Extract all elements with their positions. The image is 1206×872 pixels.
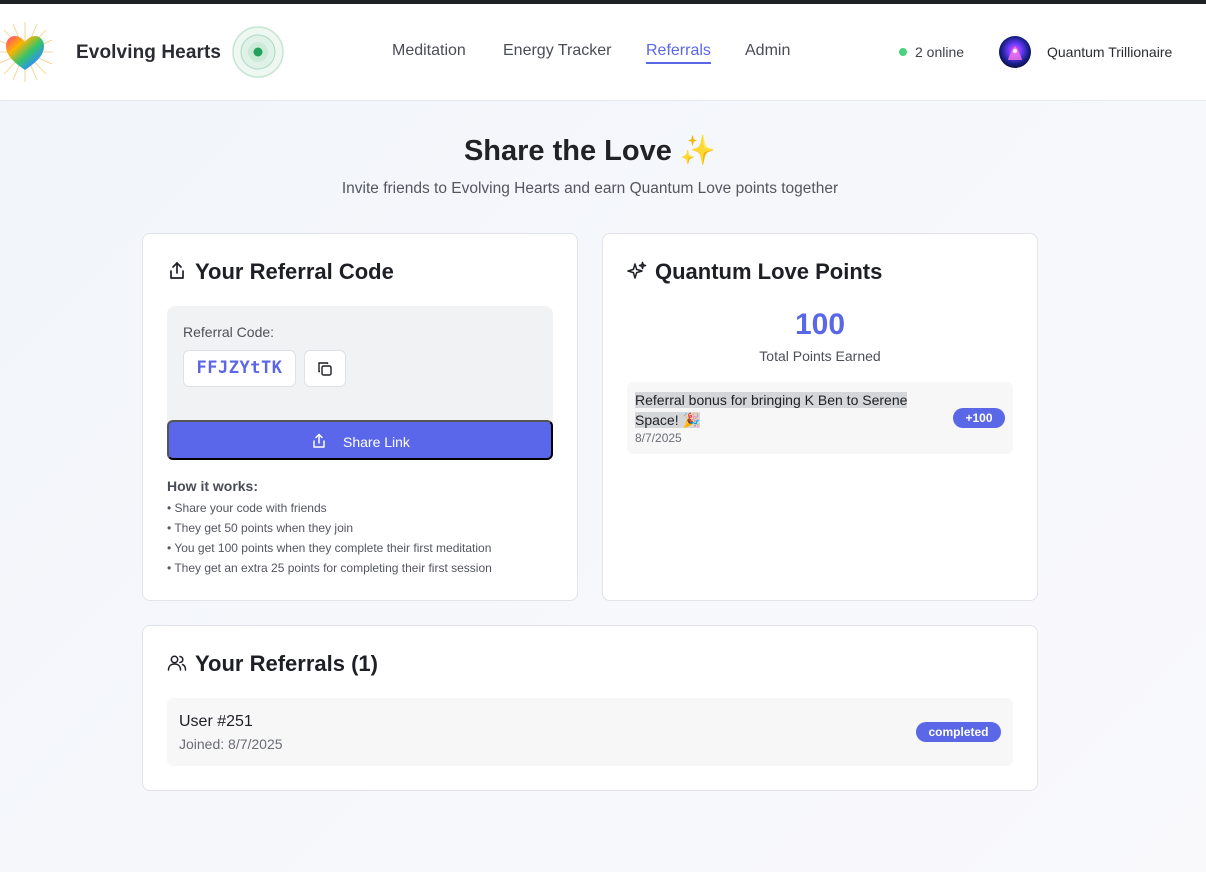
users-icon	[167, 655, 187, 671]
user-avatar[interactable]	[999, 36, 1031, 68]
how-it-works-item: • They get an extra 25 points for comple…	[167, 561, 492, 575]
online-count: 2 online	[915, 44, 965, 60]
share-link-button[interactable]: Share Link	[167, 420, 553, 460]
copy-icon	[318, 362, 332, 376]
how-it-works-item: • They get 50 points when they join	[167, 521, 354, 535]
referral-list-item[interactable]: User #251 Joined: 8/7/2025 completed	[167, 698, 1013, 766]
share-icon	[170, 262, 184, 279]
your-referrals-card: Your Referrals (1) User #251 Joined: 8/7…	[142, 625, 1038, 791]
page-subtitle: Invite friends to Evolving Hearts and ea…	[341, 180, 839, 197]
points-transaction: Referral bonus for bringing K Ben to Ser…	[627, 382, 1013, 454]
referral-code-card: Your Referral Code Referral Code: FFJZYt…	[142, 233, 578, 601]
referral-joined-date: Joined: 8/7/2025	[179, 736, 283, 752]
referral-code-value[interactable]: FFJZYtTK	[183, 350, 296, 387]
total-points-label: Total Points Earned	[759, 348, 881, 364]
page-title: Share the Love ✨	[463, 135, 717, 167]
upload-icon	[313, 433, 325, 448]
app-brand-title[interactable]: Evolving Hearts	[76, 42, 221, 64]
how-it-works-item: • Share your code with friends	[167, 501, 327, 515]
how-it-works-list: • Share your code with friends • They ge…	[167, 500, 492, 580]
transaction-date: 8/7/2025	[635, 431, 682, 445]
referral-code-title: Your Referral Code	[195, 259, 394, 284]
sparkles-icon	[627, 261, 647, 279]
nav-referrals[interactable]: Referrals	[646, 42, 711, 64]
total-points-value: 100	[794, 308, 846, 341]
cosmic-avatar-icon	[999, 36, 1031, 68]
user-name[interactable]: Quantum Trillionaire	[1047, 44, 1172, 60]
nav-meditation[interactable]: Meditation	[392, 42, 466, 60]
referral-user-name: User #251	[179, 713, 253, 730]
referral-code-box: Referral Code: FFJZYtTK	[167, 306, 553, 432]
nav-admin[interactable]: Admin	[745, 42, 790, 60]
how-it-works-title: How it works:	[167, 478, 259, 494]
transaction-amount-badge: +100	[953, 408, 1005, 428]
pulse-indicator-icon	[232, 26, 284, 78]
app-header: Evolving Hearts Meditation Energy Tracke…	[0, 4, 1206, 101]
transaction-description-text: Referral bonus for bringing K Ben to Ser…	[635, 392, 908, 428]
nav-energy-tracker[interactable]: Energy Tracker	[503, 42, 611, 60]
referral-status-badge: completed	[916, 722, 1001, 742]
transaction-description: Referral bonus for bringing K Ben to Ser…	[635, 390, 935, 430]
copy-code-button[interactable]	[304, 350, 346, 387]
quantum-love-points-card: Quantum Love Points 100 Total Points Ear…	[602, 233, 1038, 601]
share-link-label: Share Link	[343, 434, 410, 450]
heart-logo-icon[interactable]	[0, 20, 54, 84]
quantum-love-points-title: Quantum Love Points	[655, 259, 883, 284]
online-dot-icon	[899, 48, 907, 56]
how-it-works-item: • You get 100 points when they complete …	[167, 541, 492, 555]
your-referrals-title: Your Referrals (1)	[195, 651, 378, 676]
referral-code-label: Referral Code:	[183, 324, 275, 340]
